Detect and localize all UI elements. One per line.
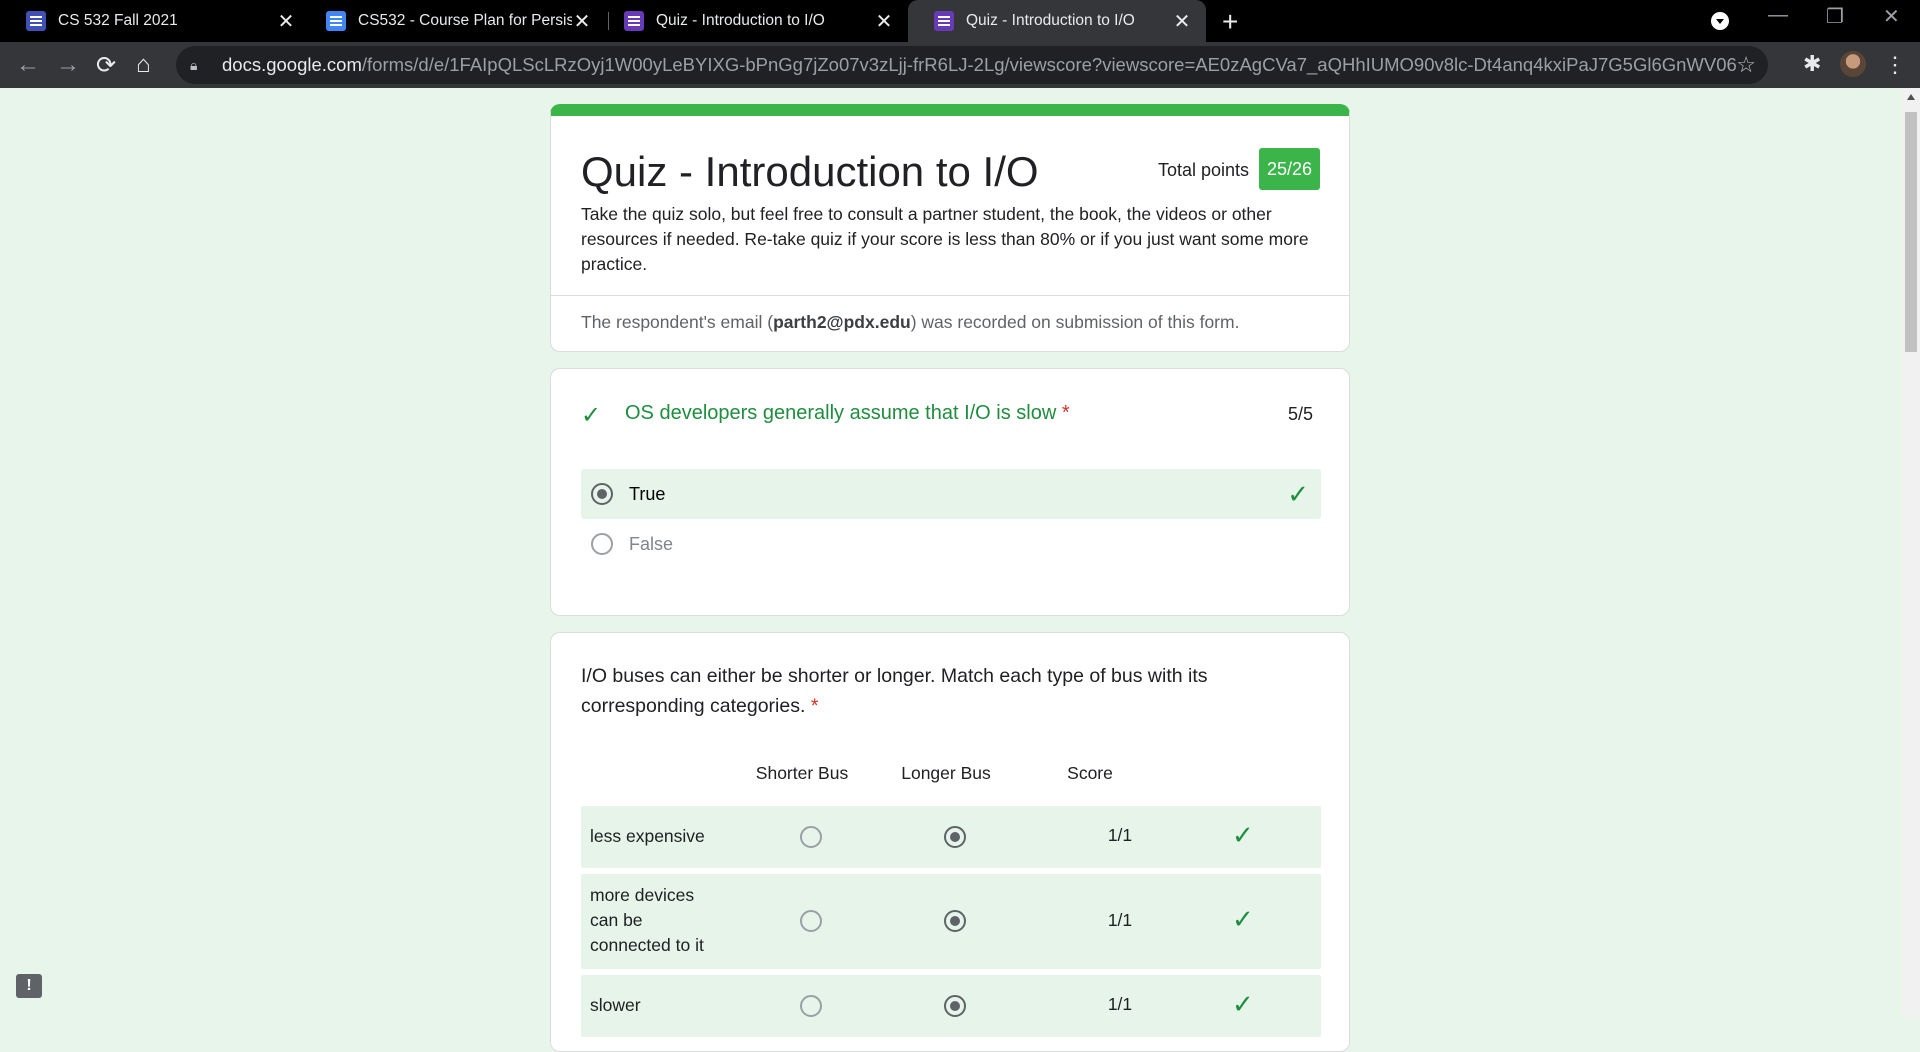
- email-note-prefix: The respondent's email (: [581, 312, 774, 332]
- report-feedback-icon[interactable]: !: [16, 974, 42, 998]
- radio-selected-icon[interactable]: [591, 483, 613, 505]
- new-tab-button[interactable]: +: [1222, 6, 1238, 38]
- row-score: 1/1: [1107, 994, 1133, 1014]
- reload-icon[interactable]: ⟳: [96, 51, 116, 80]
- question-title: OS developers generally assume that I/O …: [625, 402, 1070, 425]
- option-label: False: [629, 533, 674, 554]
- column-header-shorter-bus: Shorter Bus: [755, 763, 849, 783]
- radio-longer-bus-selected[interactable]: [944, 910, 966, 932]
- tab-title: CS532 - Course Plan for Persisten: [358, 12, 572, 29]
- restore-icon[interactable]: ❐: [1826, 4, 1844, 29]
- row-label: more devices can be connected to it: [590, 885, 704, 955]
- grid-row-slower: slower 1/1 ✓: [581, 975, 1321, 1037]
- row-label: slower: [590, 995, 641, 1015]
- home-icon[interactable]: ⌂: [136, 51, 151, 79]
- address-bar[interactable]: 🔒︎ docs.google.com/forms/d/e/1FAIpQLScLR…: [176, 46, 1768, 84]
- option-false[interactable]: False: [581, 519, 1321, 569]
- browser-toolbar: ← → ⟳ ⌂ 🔒︎ docs.google.com/forms/d/e/1FA…: [0, 42, 1920, 88]
- window-close-icon[interactable]: ✕: [1883, 4, 1900, 29]
- tab-title: Quiz - Introduction to I/O: [966, 12, 1135, 29]
- url-path: /forms/d/e/1FAIpQLScLRzOyj1W00yLeBYIXG-b…: [361, 54, 1737, 75]
- required-mark: *: [1061, 402, 1070, 424]
- radio-unselected-icon[interactable]: [591, 533, 613, 555]
- google-forms-icon: [624, 11, 644, 31]
- form-description: Take the quiz solo, but feel free to con…: [581, 204, 1309, 274]
- total-points-badge: 25/26: [1259, 148, 1321, 190]
- column-header-score: Score: [1067, 763, 1113, 783]
- correct-check-icon: ✓: [1232, 989, 1254, 1019]
- tab-quiz-active[interactable]: Quiz - Introduction to I/O ✕: [908, 0, 1206, 42]
- question-card-1: ✓ OS developers generally assume that I/…: [550, 368, 1350, 616]
- option-true[interactable]: True ✓: [581, 469, 1321, 519]
- scrollbar-thumb[interactable]: [1905, 112, 1917, 352]
- forward-icon[interactable]: →: [56, 51, 80, 79]
- email-note-suffix: ) was recorded on submission of this for…: [910, 312, 1240, 332]
- tab-cs532-fall-2021[interactable]: CS 532 Fall 2021 ✕: [0, 0, 310, 42]
- close-tab-icon[interactable]: ✕: [276, 9, 296, 34]
- radio-longer-bus-selected[interactable]: [944, 995, 966, 1017]
- google-forms-icon: [934, 11, 954, 31]
- url-host: docs.google.com: [222, 54, 362, 75]
- respondent-email: parth2@pdx.edu: [773, 312, 911, 332]
- profile-avatar[interactable]: [1840, 51, 1866, 77]
- google-docs-icon: [326, 11, 346, 31]
- tab-title: CS 532 Fall 2021: [58, 12, 178, 29]
- correct-check-icon: ✓: [1287, 479, 1309, 509]
- correct-check-icon: ✓: [581, 402, 602, 429]
- close-tab-icon[interactable]: ✕: [1172, 9, 1192, 34]
- row-score: 1/1: [1107, 825, 1133, 845]
- row-label: less expensive: [590, 826, 705, 846]
- extensions-puzzle-icon[interactable]: ✱: [1803, 51, 1821, 77]
- radio-shorter-bus[interactable]: [800, 826, 822, 848]
- tab-search-icon[interactable]: [1711, 12, 1729, 30]
- close-tab-icon[interactable]: ✕: [572, 9, 592, 34]
- correct-check-icon: ✓: [1232, 904, 1254, 934]
- question-title: I/O buses can either be shorter or longe…: [581, 661, 1281, 721]
- radio-longer-bus-selected[interactable]: [944, 826, 966, 848]
- url-text[interactable]: docs.google.com/forms/d/e/1FAIpQLScLRzOy…: [222, 54, 1736, 76]
- column-header-longer-bus: Longer Bus: [901, 763, 991, 783]
- page-scrollbar[interactable]: [1902, 88, 1920, 1018]
- correct-check-icon: ✓: [1232, 820, 1254, 850]
- question-text: OS developers generally assume that I/O …: [625, 402, 1057, 424]
- question-text: I/O buses can either be shorter or longe…: [581, 665, 1208, 717]
- question-card-2: I/O buses can either be shorter or longe…: [550, 632, 1350, 1052]
- google-sites-icon: [26, 11, 46, 31]
- bookmark-star-icon[interactable]: ☆: [1736, 52, 1756, 78]
- row-score: 1/1: [1107, 910, 1133, 930]
- option-label: True: [629, 483, 666, 504]
- total-points-label: Total points: [1158, 160, 1250, 180]
- grid-row-more-devices: more devices can be connected to it 1/1 …: [581, 874, 1321, 969]
- tab-strip: CS 532 Fall 2021 ✕ CS532 - Course Plan f…: [0, 0, 1920, 42]
- form-header-card: Quiz - Introduction to I/O Total points …: [550, 104, 1350, 352]
- scroll-up-arrow-icon[interactable]: [1907, 94, 1915, 100]
- minimize-icon[interactable]: —: [1768, 4, 1788, 27]
- divider: [551, 295, 1349, 296]
- back-icon[interactable]: ←: [16, 51, 40, 79]
- grid-row-less-expensive: less expensive 1/1 ✓: [581, 806, 1321, 868]
- tab-title: Quiz - Introduction to I/O: [656, 12, 825, 29]
- form-title: Quiz - Introduction to I/O: [581, 148, 1039, 195]
- tab-course-plan[interactable]: CS532 - Course Plan for Persisten ✕: [300, 0, 606, 42]
- tab-quiz-1[interactable]: Quiz - Introduction to I/O ✕: [598, 0, 908, 42]
- close-tab-icon[interactable]: ✕: [874, 9, 894, 34]
- radio-shorter-bus[interactable]: [800, 910, 822, 932]
- question-points: 5/5: [1288, 404, 1314, 424]
- required-mark: *: [810, 695, 819, 717]
- respondent-email-note: The respondent's email (parth2@pdx.edu) …: [581, 312, 1239, 333]
- browser-menu-icon[interactable]: ⋮: [1884, 52, 1906, 78]
- lock-icon[interactable]: 🔒︎: [190, 57, 210, 74]
- radio-shorter-bus[interactable]: [800, 995, 822, 1017]
